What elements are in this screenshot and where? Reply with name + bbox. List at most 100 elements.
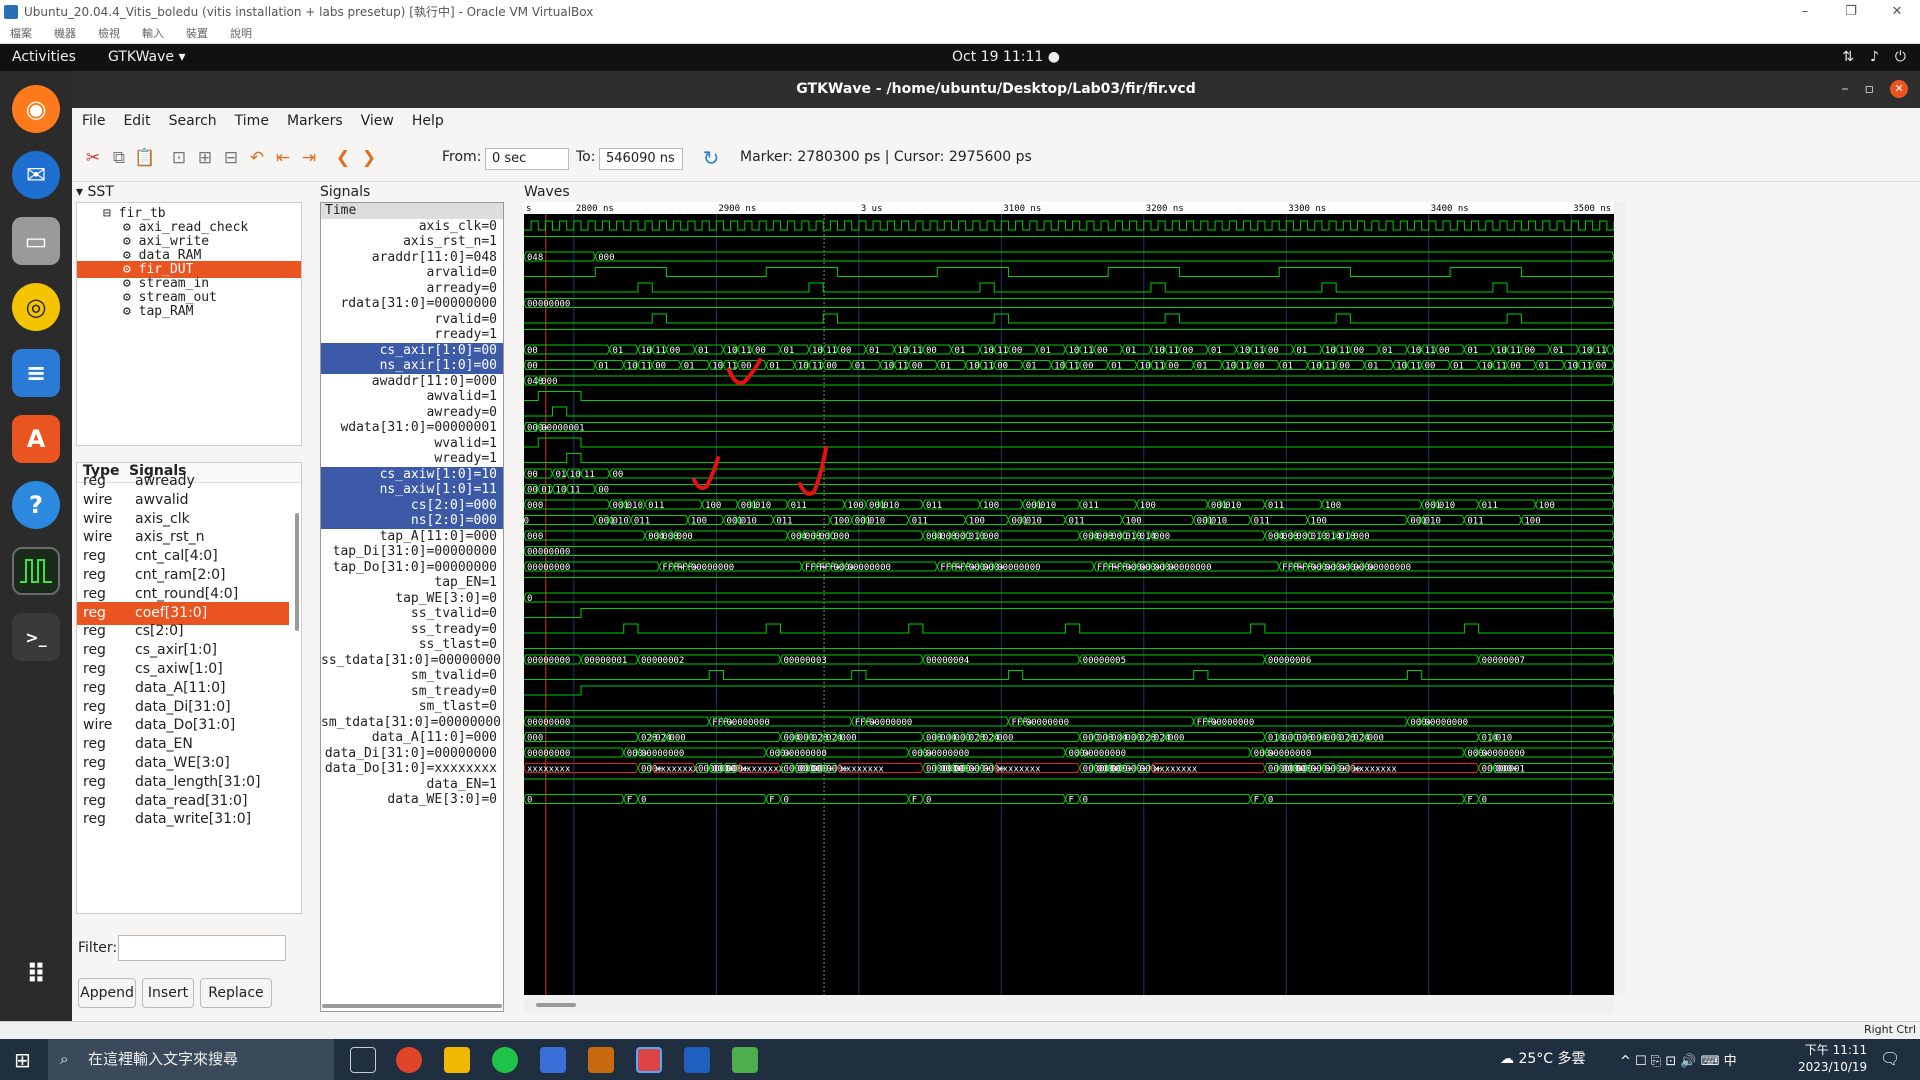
close-icon[interactable]: ✕ xyxy=(1890,80,1908,98)
activities-button[interactable]: Activities xyxy=(12,44,76,71)
notepad-icon[interactable] xyxy=(732,1047,758,1073)
signal-row[interactable]: awready=0 xyxy=(321,405,503,421)
signal-row[interactable]: ns_axir[1:0]=00 xyxy=(321,358,503,374)
signal-row[interactable]: awaddr[11:0]=000 xyxy=(321,374,503,390)
zoom-fit-icon[interactable]: ⊡ xyxy=(168,147,190,169)
signal-row[interactable]: ss_tdata[31:0]=00000000 xyxy=(321,653,503,669)
from-time-input[interactable]: 0 sec xyxy=(485,148,569,170)
files-icon[interactable]: ▭ xyxy=(12,217,60,265)
menu-time[interactable]: Time xyxy=(235,108,269,135)
find-next-edge-icon[interactable]: ❯ xyxy=(358,147,380,169)
rhythmbox-icon[interactable]: ◎ xyxy=(12,283,60,331)
task-view-icon[interactable] xyxy=(350,1047,376,1073)
menu-search[interactable]: Search xyxy=(169,108,217,135)
zoom-to-start-icon[interactable]: ⇤ xyxy=(272,147,294,169)
undo-zoom-icon[interactable]: ↶ xyxy=(246,147,268,169)
waves-vertical-scrollbar[interactable] xyxy=(1614,202,1626,995)
menu-help[interactable]: Help xyxy=(412,108,444,135)
menu-markers[interactable]: Markers xyxy=(287,108,343,135)
virtualbox-taskbar-icon[interactable] xyxy=(540,1047,566,1073)
signal-row[interactable]: data_Di[31:0]=00000000 xyxy=(321,746,503,762)
waveform-canvas[interactable]: s 2800 ns 2900 ns 3 us 3100 ns 3200 ns 3300 ns… xyxy=(524,202,1614,995)
line-icon[interactable] xyxy=(492,1047,518,1073)
signal-list-scrollbar[interactable] xyxy=(295,513,299,631)
show-applications-icon[interactable]: ⠿ xyxy=(12,951,60,999)
signal-row[interactable]: data_A[11:0]=000 xyxy=(321,730,503,746)
signal-row[interactable]: data_Do[31:0]=xxxxxxxx xyxy=(321,761,503,777)
system-tray[interactable]: ^ ☐ ⎘ ⊡ 🔊 ⌨ 中 xyxy=(1620,1050,1737,1069)
close-button[interactable]: ✕ xyxy=(1874,0,1920,24)
app-menu-button[interactable]: GTKWave ▾ xyxy=(108,44,186,71)
append-button[interactable]: Append xyxy=(78,978,136,1008)
firefox-icon[interactable]: ◉ xyxy=(12,85,60,133)
waves-pane[interactable]: s 2800 ns 2900 ns 3 us 3100 ns 3200 ns 3300 ns… xyxy=(524,202,1614,995)
vbox-menu-item-3[interactable]: 輸入 xyxy=(142,24,164,43)
zoom-in-icon[interactable]: ⊞ xyxy=(194,147,216,169)
file-explorer-icon[interactable] xyxy=(444,1047,470,1073)
vitis-icon[interactable] xyxy=(588,1047,614,1073)
vbox-menu-item-4[interactable]: 裝置 xyxy=(186,24,208,43)
signal-row[interactable]: axis_rst_n=1 xyxy=(321,234,503,250)
snipping-icon[interactable] xyxy=(636,1047,662,1073)
signal-row[interactable]: tap_WE[3:0]=0 xyxy=(321,591,503,607)
copy-icon[interactable]: ⧉ xyxy=(108,147,130,169)
signal-row[interactable]: wdata[31:0]=00000001 xyxy=(321,420,503,436)
vbox-menu-item-5[interactable]: 說明 xyxy=(230,24,252,43)
gtkwave-icon[interactable] xyxy=(12,547,60,595)
signal-row[interactable]: cs_axiw[1:0]=10 xyxy=(321,466,503,483)
signal-row[interactable]: ns[2:0]=000 xyxy=(321,513,503,529)
terminal-icon[interactable]: >_ xyxy=(12,613,60,661)
reload-icon[interactable]: ↻ xyxy=(700,146,722,170)
signal-row[interactable]: rvalid=0 xyxy=(321,312,503,328)
zoom-to-end-icon[interactable]: ⇥ xyxy=(298,147,320,169)
minimize-button[interactable]: – xyxy=(1782,0,1828,24)
signal-list-item[interactable]: reg data_write[31:0] xyxy=(77,808,289,831)
waves-horizontal-scrollbar[interactable] xyxy=(524,995,1614,1013)
libreoffice-writer-icon[interactable]: ≡ xyxy=(12,349,60,397)
signal-row[interactable]: ss_tvalid=0 xyxy=(321,606,503,622)
signal-row[interactable]: data_EN=1 xyxy=(321,777,503,793)
taskbar-search-box[interactable]: ⌕ 在這裡輸入文字來搜尋 xyxy=(48,1039,334,1080)
signal-row[interactable]: tap_Di[31:0]=00000000 xyxy=(321,544,503,560)
windows-start-icon[interactable]: ⊞ xyxy=(14,1048,31,1072)
filter-input[interactable] xyxy=(118,935,286,961)
signal-row[interactable]: araddr[11:0]=048 xyxy=(321,250,503,266)
word-icon[interactable] xyxy=(684,1047,710,1073)
signal-row[interactable]: cs[2:0]=000 xyxy=(321,497,503,514)
cut-icon[interactable]: ✂ xyxy=(82,147,104,169)
insert-button[interactable]: Insert xyxy=(142,978,194,1008)
signal-row[interactable]: rdata[31:0]=00000000 xyxy=(321,296,503,312)
signal-row[interactable]: rready=1 xyxy=(321,327,503,343)
tree-item-tap-ram[interactable]: ⚙ tap_RAM xyxy=(77,303,301,320)
scrollbar-thumb[interactable] xyxy=(536,1003,576,1007)
gnome-tray[interactable]: ⇅ ♪ ⏻ xyxy=(1842,44,1906,71)
to-time-input[interactable]: 546090 ns xyxy=(599,148,683,170)
signal-row[interactable]: sm_tready=0 xyxy=(321,684,503,700)
find-previous-edge-icon[interactable]: ❮ xyxy=(332,147,354,169)
replace-button[interactable]: Replace xyxy=(200,978,272,1008)
sst-header[interactable]: ▾ SST xyxy=(76,184,114,200)
signal-row[interactable]: ss_tready=0 xyxy=(321,622,503,638)
signal-row[interactable]: tap_EN=1 xyxy=(321,575,503,591)
weather-widget[interactable]: ☁ 25°C 多雲 xyxy=(1500,1039,1586,1080)
software-center-icon[interactable]: A xyxy=(12,415,60,463)
signal-row[interactable]: wvalid=1 xyxy=(321,436,503,452)
signal-row[interactable]: ns_axiw[1:0]=11 xyxy=(321,482,503,498)
chrome-icon[interactable] xyxy=(396,1047,422,1073)
notification-icon[interactable]: 🗨 xyxy=(1880,1049,1900,1068)
zoom-out-icon[interactable]: ⊟ xyxy=(220,147,242,169)
signal-row[interactable]: sm_tdata[31:0]=00000000 xyxy=(321,715,503,731)
paste-icon[interactable]: 📋 xyxy=(134,147,156,169)
signal-row[interactable]: axis_clk=0 xyxy=(321,219,503,235)
signal-row[interactable]: arvalid=0 xyxy=(321,265,503,281)
signal-row[interactable]: cs_axir[1:0]=00 xyxy=(321,342,503,359)
vbox-menu-item-2[interactable]: 檢視 xyxy=(98,24,120,43)
minimize-icon[interactable]: – xyxy=(1842,71,1849,108)
thunderbird-icon[interactable]: ✉ xyxy=(12,151,60,199)
signal-row[interactable]: awvalid=1 xyxy=(321,389,503,405)
signal-row[interactable]: ss_tlast=0 xyxy=(321,637,503,653)
signal-row[interactable]: data_WE[3:0]=0 xyxy=(321,792,503,808)
taskbar-clock[interactable]: 下午 11:11 2023/10/19 xyxy=(1798,1042,1867,1076)
menu-file[interactable]: File xyxy=(82,108,105,135)
signals-pane-scrollbar[interactable] xyxy=(322,1004,502,1008)
